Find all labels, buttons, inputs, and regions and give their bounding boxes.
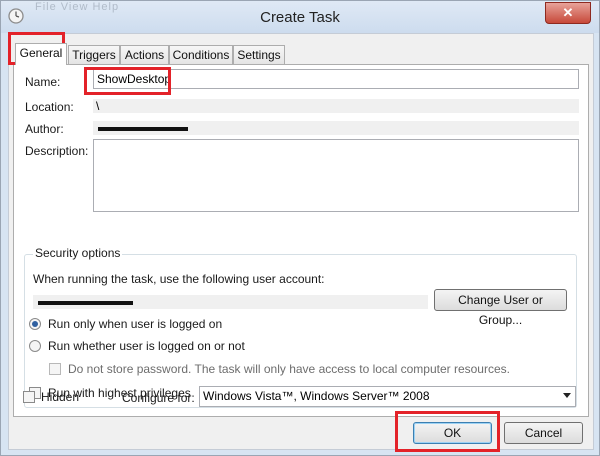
configure-for-value: Windows Vista™, Windows Server™ 2008 xyxy=(203,389,430,403)
title-bar[interactable]: File View Help Create Task ✕ xyxy=(1,1,599,33)
redacted-user-account xyxy=(38,301,133,305)
run-as-text: When running the task, use the following… xyxy=(33,272,325,286)
description-textarea[interactable] xyxy=(93,139,579,212)
tab-general[interactable]: General xyxy=(15,43,67,65)
window-title: Create Task xyxy=(260,9,340,26)
run-logged-on-radio[interactable] xyxy=(29,318,41,330)
security-options-group: Security options When running the task, … xyxy=(24,246,577,408)
redacted-author xyxy=(98,127,188,131)
tab-actions[interactable]: Actions xyxy=(120,45,169,64)
name-label: Name: xyxy=(25,75,61,89)
general-panel: Name: ShowDesktop Location: \ Author: De… xyxy=(13,64,589,417)
dialog-body: General Triggers Actions Conditions Sett… xyxy=(8,33,594,450)
location-label: Location: xyxy=(25,100,74,114)
no-store-password-checkbox[interactable] xyxy=(49,363,61,375)
ok-button[interactable]: OK xyxy=(413,422,492,444)
description-label: Description: xyxy=(25,144,89,158)
security-options-title: Security options xyxy=(33,246,123,260)
create-task-window: File View Help Create Task ✕ General Tri… xyxy=(0,0,600,456)
run-whether-radio[interactable] xyxy=(29,340,41,352)
tab-settings[interactable]: Settings xyxy=(233,45,285,64)
configure-for-select[interactable]: Windows Vista™, Windows Server™ 2008 xyxy=(199,386,576,407)
location-value: \ xyxy=(93,99,579,113)
run-whether-label[interactable]: Run whether user is logged on or not xyxy=(48,339,245,353)
tab-conditions[interactable]: Conditions xyxy=(169,45,233,64)
author-label: Author: xyxy=(25,122,64,136)
cancel-button[interactable]: Cancel xyxy=(504,422,583,444)
configure-for-label: Configure for: xyxy=(122,391,195,405)
change-user-button[interactable]: Change User or Group... xyxy=(434,289,567,327)
hidden-label[interactable]: Hidden xyxy=(41,390,79,404)
no-store-password-label: Do not store password. The task will onl… xyxy=(68,362,510,376)
hidden-checkbox[interactable] xyxy=(23,391,35,403)
task-name-input[interactable]: ShowDesktop xyxy=(93,69,579,89)
close-button[interactable]: ✕ xyxy=(545,2,591,24)
chevron-down-icon[interactable] xyxy=(563,393,571,398)
radio-selected-dot xyxy=(32,321,38,327)
tab-triggers[interactable]: Triggers xyxy=(68,45,120,64)
run-logged-on-label[interactable]: Run only when user is logged on xyxy=(48,317,222,331)
close-icon: ✕ xyxy=(562,5,574,20)
